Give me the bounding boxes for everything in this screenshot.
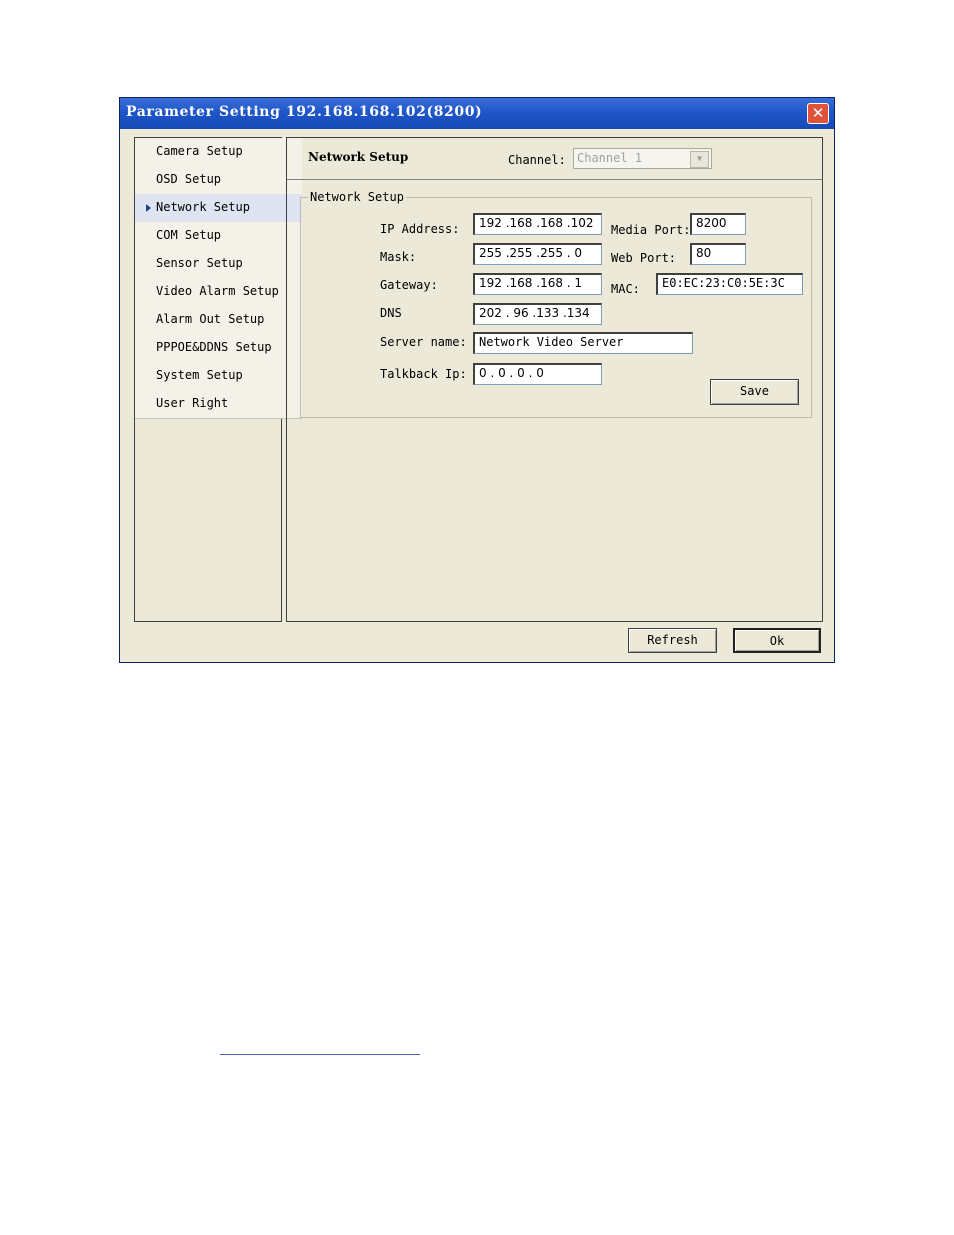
media-port-field[interactable]: 8200 (690, 213, 746, 235)
ip-address-field[interactable]: 192 .168 .168 .102 (473, 213, 602, 235)
panel-header: Network Setup Channel: Channel 1 ▼ (287, 138, 822, 180)
page-title: Network Setup (308, 150, 409, 164)
network-setup-group: Network Setup IP Address: Mask: Gateway:… (300, 190, 812, 418)
refresh-button[interactable]: Refresh (628, 628, 717, 653)
ok-button[interactable]: Ok (733, 628, 821, 653)
sidebar-item-pppoe-ddns-setup[interactable]: PPPOE&DDNS Setup (135, 334, 302, 363)
ip-address-label: IP Address: (380, 222, 460, 236)
server-name-label: Server name: (380, 335, 467, 349)
sidebar-item-system-setup[interactable]: System Setup (135, 362, 302, 391)
window-title: Parameter Setting 192.168.168.102(8200) (126, 104, 483, 120)
sidebar-item-alarm-out-setup[interactable]: Alarm Out Setup (135, 306, 302, 335)
sidebar-item-camera-setup[interactable]: Camera Setup (135, 138, 302, 167)
save-button[interactable]: Save (710, 379, 799, 405)
sidebar-item-video-alarm-setup[interactable]: Video Alarm Setup (135, 278, 302, 307)
parameter-setting-window: Parameter Setting 192.168.168.102(8200) … (119, 97, 835, 663)
gateway-label: Gateway: (380, 278, 438, 292)
server-name-field[interactable]: Network Video Server (473, 332, 693, 354)
chevron-down-icon[interactable]: ▼ (690, 151, 709, 168)
web-port-label: Web Port: (611, 251, 677, 265)
group-legend: Network Setup (308, 190, 406, 204)
talkback-ip-field[interactable]: 0 . 0 . 0 . 0 (473, 363, 602, 385)
mask-label: Mask: (380, 250, 417, 264)
sidebar-item-user-right[interactable]: User Right (135, 390, 302, 419)
mac-field[interactable]: E0:EC:23:C0:5E:3C (656, 273, 803, 295)
hyperlink-underline[interactable] (220, 1054, 420, 1055)
sidebar-item-sensor-setup[interactable]: Sensor Setup (135, 250, 302, 279)
media-port-label: Media Port: (611, 223, 691, 237)
sidebar-item-osd-setup[interactable]: OSD Setup (135, 166, 302, 195)
channel-value: Channel 1 (577, 151, 643, 165)
sidebar-item-com-setup[interactable]: COM Setup (135, 222, 302, 251)
dns-field[interactable]: 202 . 96 .133 .134 (473, 303, 602, 325)
mask-field[interactable]: 255 .255 .255 . 0 (473, 243, 602, 265)
talkback-ip-label: Talkback Ip: (380, 367, 467, 381)
sidebar-item-network-setup[interactable]: Network Setup (135, 194, 302, 223)
close-icon[interactable]: ✕ (807, 103, 829, 124)
channel-select[interactable]: Channel 1 ▼ (573, 148, 712, 169)
title-bar[interactable]: Parameter Setting 192.168.168.102(8200) … (120, 98, 834, 129)
dns-label: DNS (380, 306, 402, 320)
sidebar-menu: Camera Setup OSD Setup Network Setup COM… (134, 137, 302, 622)
mac-label: MAC: (611, 282, 640, 296)
sidebar-item-label: Network Setup (156, 200, 250, 214)
selected-arrow-icon (146, 204, 151, 212)
main-panel: Network Setup Channel: Channel 1 ▼ Netwo… (286, 137, 823, 622)
gateway-field[interactable]: 192 .168 .168 . 1 (473, 273, 602, 295)
channel-label: Channel: (508, 153, 566, 167)
web-port-field[interactable]: 80 (690, 243, 746, 265)
